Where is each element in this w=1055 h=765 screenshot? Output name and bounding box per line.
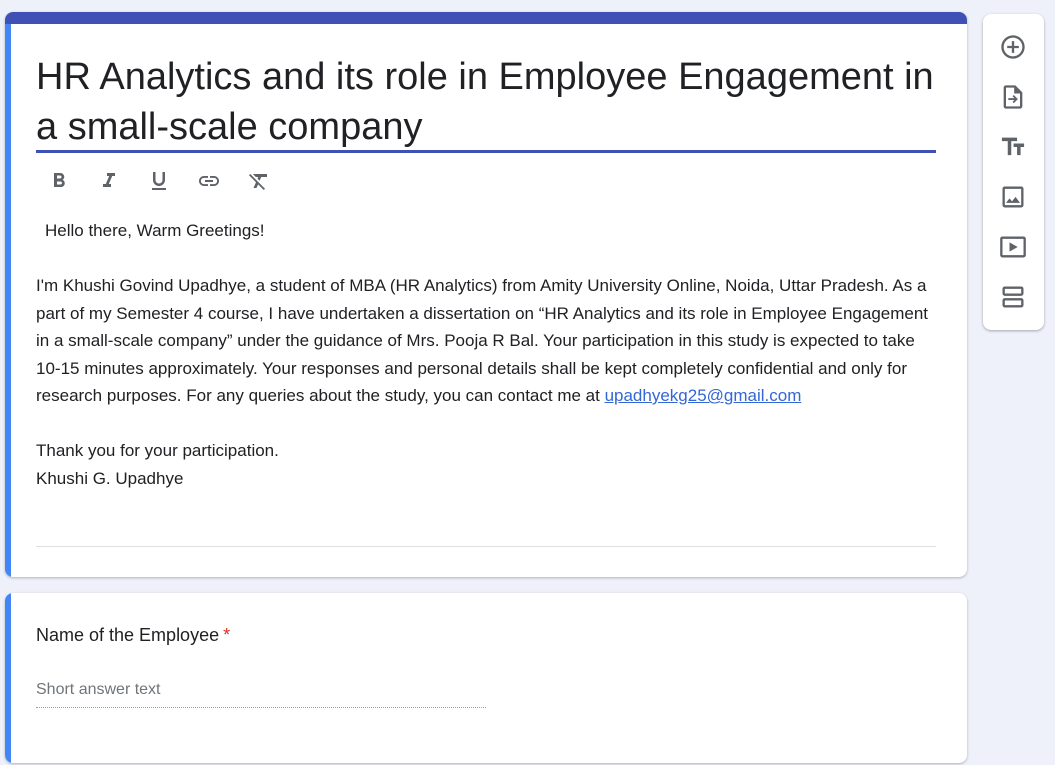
form-title-card[interactable]: HR Analytics and its role in Employee En… (5, 12, 967, 577)
underline-icon (152, 172, 166, 190)
import-questions-icon (1003, 85, 1023, 109)
contact-email-link[interactable]: upadhyekg25@gmail.com (605, 386, 802, 405)
form-title[interactable]: HR Analytics and its role in Employee En… (36, 52, 936, 152)
description-divider (36, 546, 936, 547)
question-title-text: Name of the Employee (36, 625, 220, 645)
required-asterisk: * (223, 625, 231, 645)
add-title-icon (1001, 137, 1025, 156)
italic-icon (103, 173, 115, 187)
clear-formatting-button[interactable] (247, 169, 271, 193)
add-section-button[interactable] (999, 283, 1027, 311)
title-field-underline (36, 150, 936, 153)
bold-button[interactable] (47, 169, 71, 193)
underline-button[interactable] (147, 169, 171, 193)
text-formatting-toolbar (47, 166, 271, 196)
description-thanks: Thank you for your participation. (36, 441, 279, 460)
bold-icon (54, 173, 65, 187)
add-video-icon (1000, 236, 1026, 258)
insert-link-button[interactable] (197, 169, 221, 193)
form-description[interactable]: Hello there, Warm Greetings! I'm Khushi … (36, 217, 938, 492)
link-icon (199, 176, 219, 186)
add-title-description-button[interactable] (999, 133, 1027, 161)
italic-button[interactable] (97, 169, 121, 193)
short-answer-placeholder: Short answer text (36, 681, 486, 708)
add-question-button[interactable] (999, 33, 1027, 61)
question-card-indicator (5, 593, 11, 763)
import-questions-button[interactable] (999, 83, 1027, 111)
description-body: I'm Khushi Govind Upadhye, a student of … (36, 272, 938, 410)
question-card[interactable]: Name of the Employee * Short answer text (5, 593, 967, 763)
floating-side-toolbar (983, 14, 1044, 330)
description-greeting: Hello there, Warm Greetings! (45, 221, 265, 240)
question-title: Name of the Employee * (36, 625, 230, 646)
add-image-icon (1002, 186, 1024, 208)
add-image-button[interactable] (999, 183, 1027, 211)
add-section-icon (1002, 286, 1024, 308)
description-signature: Khushi G. Upadhye (36, 468, 184, 488)
clear-formatting-icon (249, 174, 267, 190)
add-question-icon (1001, 35, 1025, 59)
add-video-button[interactable] (999, 233, 1027, 261)
active-card-indicator (5, 24, 11, 577)
theme-color-bar (5, 12, 967, 24)
